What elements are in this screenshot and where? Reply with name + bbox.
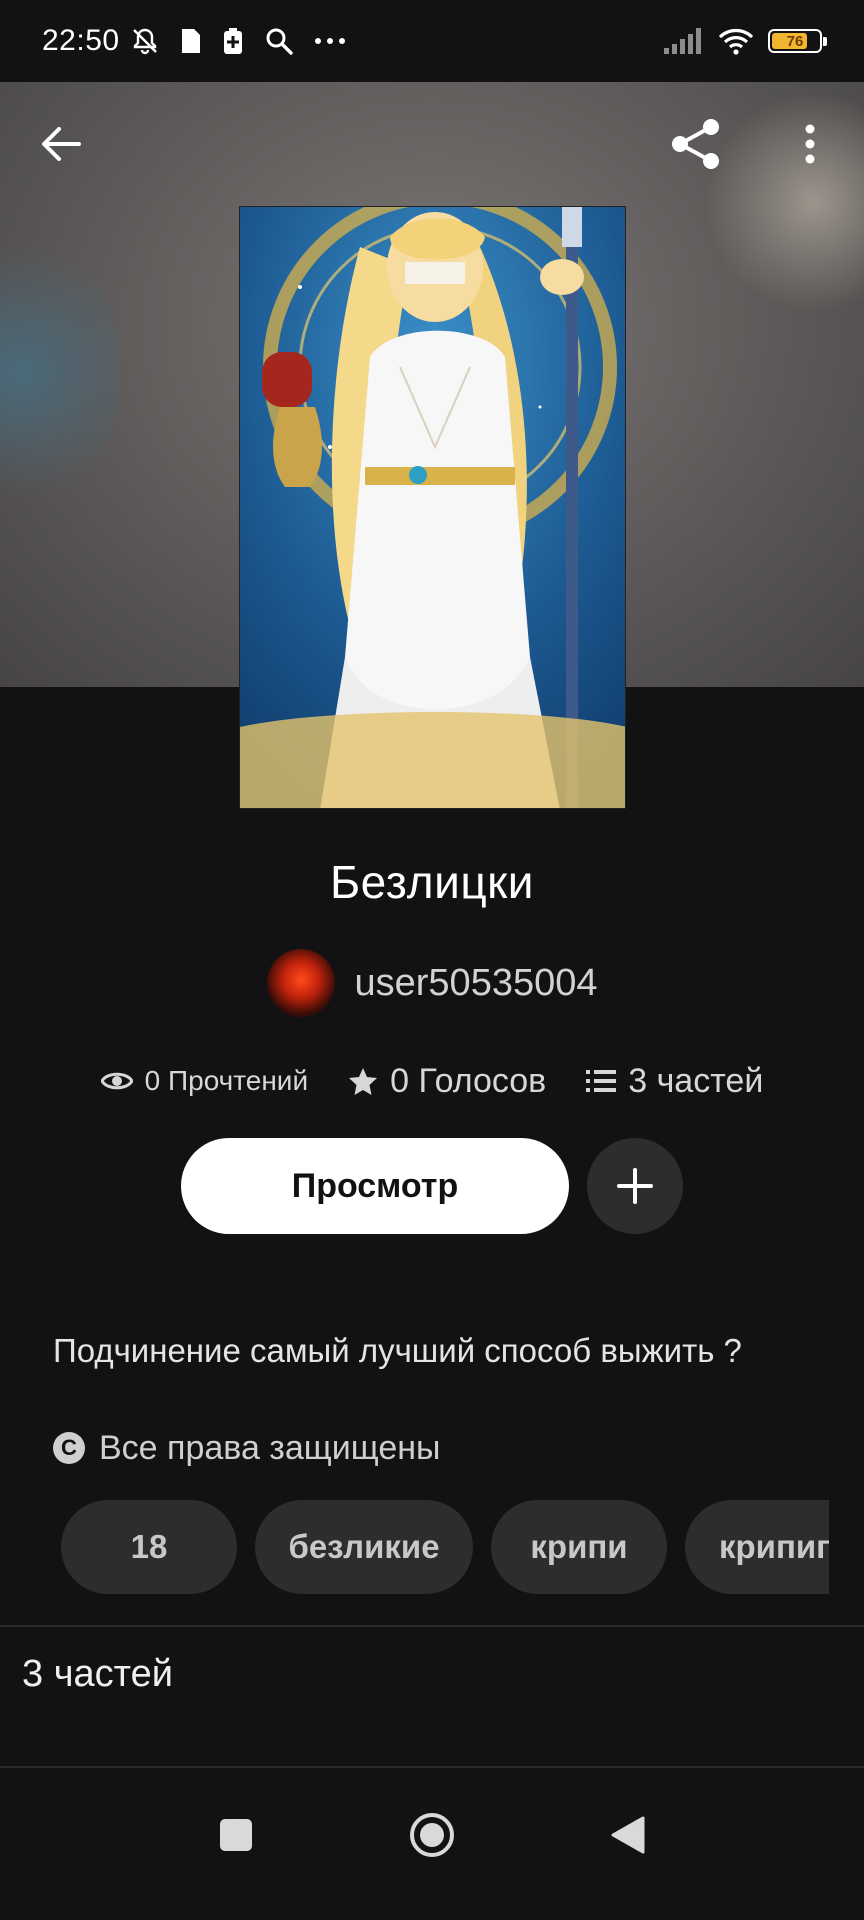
tags-list: 18 безликие крипи крипип [61,1500,829,1594]
story-actions: Просмотр [0,1138,864,1234]
votes-stat: 0 Голосов [348,1062,546,1101]
copyright-text: Все права защищены [99,1428,441,1467]
triangle-back-icon [611,1816,645,1854]
square-icon [220,1819,252,1851]
arrow-left-icon [42,127,81,161]
copyright-icon: C [53,1432,85,1464]
author-row[interactable]: user50535004 [0,948,864,1018]
battery-indicator: 76 [768,29,827,53]
cellular-signal-icon [664,28,701,54]
search-icon [266,28,293,55]
tag-chip[interactable]: 18 [61,1500,237,1594]
story-cover-image[interactable] [239,206,626,809]
view-button[interactable]: Просмотр [181,1138,569,1234]
recents-button[interactable] [196,1795,276,1875]
status-time: 22:50 [42,24,120,57]
battery-saver-icon [223,28,242,54]
tag-chip[interactable]: безликие [255,1500,473,1594]
list-icon [586,1070,617,1092]
story-description: Подчинение самый лучший способ выжить ? [53,1332,742,1369]
story-stats: 0 Прочтений 0 Голосов 3 частей [0,1055,864,1107]
status-notification-icons [130,26,346,56]
copyright-row: C Все права защищены [53,1423,440,1473]
author-name[interactable]: user50535004 [355,962,598,1005]
back-button[interactable] [29,112,93,176]
cover-illustration [240,207,625,808]
battery-level: 76 [786,32,804,50]
parts-stat: 3 частей [586,1062,763,1101]
reads-stat: 0 Прочтений [100,1065,309,1097]
section-divider [0,1625,864,1627]
tag-chip[interactable]: крипип [685,1500,829,1594]
background-blur [0,222,120,522]
star-icon [349,1068,378,1095]
back-nav-button[interactable] [588,1795,668,1875]
tag-chip[interactable]: крипи [491,1500,667,1594]
bell-off-icon [132,28,157,55]
story-details-screen: 22:50 76 Безлицки user50535004 0 Прочтен… [0,0,864,1920]
eye-icon [100,1072,133,1090]
plus-icon [617,1168,653,1204]
share-button[interactable] [664,112,728,176]
story-title: Безлицки [329,856,535,908]
more-options-button[interactable] [778,112,842,176]
author-avatar[interactable] [266,949,335,1017]
sim-card-icon [181,29,200,53]
system-navigation-bar [0,1768,864,1920]
share-icon [672,119,719,169]
reads-count: 0 Прочтений [144,1065,309,1096]
tags-scroller[interactable]: 18 безликие крипи крипип [61,1500,829,1594]
status-system-icons: 76 [664,27,827,55]
battery-cap [823,37,827,46]
circle-home-icon [410,1813,454,1857]
votes-count: 0 Голосов [390,1061,547,1100]
parts-count: 3 частей [628,1061,764,1100]
more-horizontal-icon [314,38,345,44]
status-bar: 22:50 76 [0,0,864,82]
home-button[interactable] [392,1795,472,1875]
parts-section-title[interactable]: 3 частей [22,1653,173,1696]
wifi-icon [718,29,754,55]
add-to-library-button[interactable] [587,1138,683,1234]
more-vertical-icon [805,124,815,164]
